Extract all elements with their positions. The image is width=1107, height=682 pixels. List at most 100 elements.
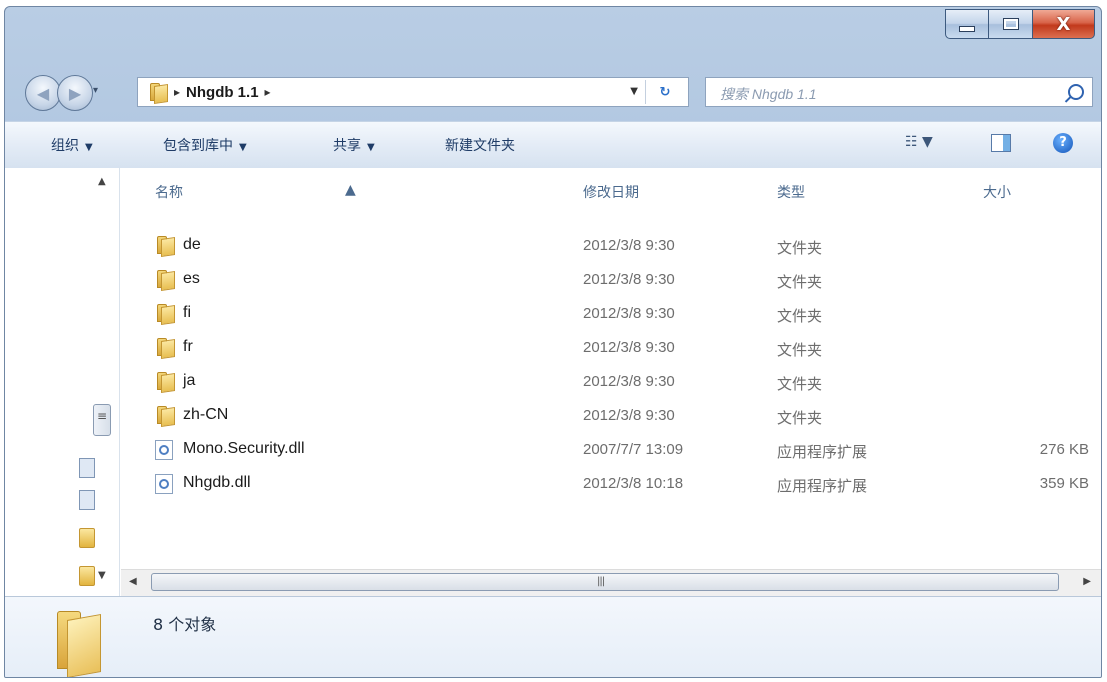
file-row[interactable]: fr 2012/3/8 9:30 文件夹 bbox=[121, 332, 1101, 366]
help-button[interactable]: ? bbox=[1053, 133, 1073, 153]
search-icon[interactable] bbox=[1068, 84, 1084, 100]
grip-icon: ||| bbox=[597, 576, 605, 587]
folder-icon bbox=[155, 406, 175, 427]
file-type: 文件夹 bbox=[777, 239, 823, 257]
details-pane: 8 个对象 bbox=[5, 596, 1101, 677]
recent-pages-dropdown[interactable]: ▾ bbox=[93, 85, 98, 96]
file-name: de bbox=[183, 236, 201, 253]
maximize-button[interactable] bbox=[989, 9, 1033, 39]
scroll-left-arrow[interactable]: ◀ bbox=[129, 576, 137, 587]
column-header-name[interactable]: 名称 bbox=[155, 182, 183, 202]
maximize-icon bbox=[1002, 18, 1019, 30]
dll-icon bbox=[155, 474, 173, 494]
file-type: 文件夹 bbox=[777, 341, 823, 359]
back-arrow-icon: ◀ bbox=[36, 83, 50, 103]
folder-icon bbox=[155, 270, 175, 291]
explorer-window: X ◀ ▶ ▾ ▸ Nhgdb 1.1 ▸ ▼ ↻ 搜索 Nhgdb 1.1 组… bbox=[4, 6, 1102, 678]
organize-menu-button[interactable]: 组织 ▼ bbox=[51, 135, 93, 155]
sort-ascending-icon: ▲ bbox=[345, 182, 356, 198]
chevron-down-icon: ▼ bbox=[239, 142, 247, 153]
column-headers: 名称 ▲ 修改日期 类型 大小 bbox=[121, 168, 1101, 208]
breadcrumb-separator[interactable]: ▸ bbox=[174, 85, 180, 99]
horizontal-scrollbar[interactable]: ◀ ||| ▶ bbox=[121, 569, 1101, 596]
refresh-button[interactable]: ↻ bbox=[645, 80, 684, 104]
preview-pane-button[interactable] bbox=[991, 134, 1011, 152]
file-name: fi bbox=[183, 304, 191, 321]
minimize-button[interactable] bbox=[945, 9, 989, 39]
address-history-dropdown[interactable]: ▼ bbox=[630, 86, 638, 97]
scroll-up-arrow[interactable]: ▲ bbox=[98, 176, 106, 187]
file-type: 应用程序扩展 bbox=[777, 443, 868, 461]
new-folder-button[interactable]: 新建文件夹 bbox=[445, 135, 515, 155]
folder-icon bbox=[148, 83, 168, 104]
file-row[interactable]: es 2012/3/8 9:30 文件夹 bbox=[121, 264, 1101, 298]
scroll-thumb[interactable] bbox=[93, 404, 111, 436]
search-placeholder: 搜索 Nhgdb 1.1 bbox=[720, 86, 817, 102]
file-name: es bbox=[183, 270, 200, 287]
navigation-scrollbar[interactable]: ▲ ▼ bbox=[89, 168, 117, 596]
help-icon: ? bbox=[1059, 135, 1067, 150]
file-modified-date: 2012/3/8 9:30 bbox=[583, 339, 675, 356]
forward-arrow-icon: ▶ bbox=[68, 83, 82, 103]
details-view-icon: ☷ bbox=[905, 134, 918, 150]
file-name: Nhgdb.dll bbox=[183, 474, 251, 491]
file-name: zh-CN bbox=[183, 406, 229, 423]
back-button[interactable]: ◀ bbox=[25, 75, 61, 111]
file-size: 276 KB bbox=[1039, 441, 1089, 458]
file-type: 应用程序扩展 bbox=[777, 477, 868, 495]
file-name: fr bbox=[183, 338, 193, 355]
folder-icon bbox=[155, 304, 175, 325]
column-header-type[interactable]: 类型 bbox=[777, 182, 805, 202]
file-rows: de 2012/3/8 9:30 文件夹 es 2012/3/8 9:30 文件夹 fi 20… bbox=[121, 230, 1101, 502]
breadcrumb-separator-end[interactable]: ▸ bbox=[265, 85, 271, 99]
file-name: ja bbox=[183, 372, 196, 389]
refresh-icon: ↻ bbox=[659, 84, 671, 100]
chevron-down-icon: ▼ bbox=[922, 134, 933, 150]
navigation-pane[interactable]: ▲ ▼ bbox=[5, 168, 120, 596]
new-folder-label: 新建文件夹 bbox=[445, 138, 515, 154]
chevron-down-icon: ▼ bbox=[367, 142, 375, 153]
horizontal-scroll-thumb[interactable]: ||| bbox=[151, 573, 1059, 591]
file-size: 359 KB bbox=[1039, 475, 1089, 492]
scroll-right-arrow[interactable]: ▶ bbox=[1083, 576, 1091, 587]
file-type: 文件夹 bbox=[777, 307, 823, 325]
file-modified-date: 2012/3/8 9:30 bbox=[583, 305, 675, 322]
breadcrumb-current[interactable]: Nhgdb 1.1 bbox=[186, 84, 259, 101]
file-type: 文件夹 bbox=[777, 409, 823, 427]
file-modified-date: 2007/7/7 13:09 bbox=[583, 441, 684, 458]
search-input[interactable]: 搜索 Nhgdb 1.1 bbox=[705, 77, 1093, 107]
include-in-library-button[interactable]: 包含到库中 ▼ bbox=[163, 135, 247, 155]
change-view-button[interactable]: ☷ ▼ bbox=[905, 134, 933, 150]
forward-button[interactable]: ▶ bbox=[57, 75, 93, 111]
scroll-down-arrow[interactable]: ▼ bbox=[98, 570, 106, 581]
content-area: ▲ ▼ 名称 ▲ 修改日期 类型 大小 de2012/3/8 9:30文件夹es… bbox=[5, 168, 1101, 596]
file-type: 文件夹 bbox=[777, 375, 823, 393]
column-header-size[interactable]: 大小 bbox=[983, 182, 1011, 202]
chevron-down-icon: ▼ bbox=[85, 142, 93, 153]
address-row: ◀ ▶ ▾ ▸ Nhgdb 1.1 ▸ ▼ ↻ 搜索 Nhgdb 1.1 bbox=[5, 69, 1101, 115]
file-modified-date: 2012/3/8 9:30 bbox=[583, 373, 675, 390]
close-button[interactable]: X bbox=[1033, 9, 1095, 39]
file-row[interactable]: Mono.Security.dll 2007/7/7 13:09 应用程序扩展 276… bbox=[121, 434, 1101, 468]
item-count: 8 个对象 bbox=[153, 615, 217, 634]
address-bar[interactable]: ▸ Nhgdb 1.1 ▸ ▼ ↻ bbox=[137, 77, 689, 107]
column-header-modified[interactable]: 修改日期 bbox=[583, 182, 639, 202]
file-row[interactable]: zh-CN 2012/3/8 9:30 文件夹 bbox=[121, 400, 1101, 434]
dll-icon bbox=[155, 440, 173, 460]
file-type: 文件夹 bbox=[777, 273, 823, 291]
file-modified-date: 2012/3/8 9:30 bbox=[583, 237, 675, 254]
title-bar[interactable]: X bbox=[5, 7, 1101, 67]
folder-icon bbox=[155, 338, 175, 359]
minimize-icon bbox=[959, 26, 975, 32]
folder-icon bbox=[155, 236, 175, 257]
folder-icon bbox=[155, 372, 175, 393]
folder-icon bbox=[57, 611, 103, 677]
file-list: 名称 ▲ 修改日期 类型 大小 de 2012/3/8 9:30 文件夹 es 2012… bbox=[121, 168, 1101, 596]
file-row[interactable]: Nhgdb.dll 2012/3/8 10:18 应用程序扩展 359 KB bbox=[121, 468, 1101, 502]
caption-buttons: X bbox=[945, 9, 1095, 43]
command-bar: 组织 ▼ 包含到库中 ▼ 共享 ▼ 新建文件夹 ☷ ▼ ? bbox=[5, 121, 1101, 169]
share-button[interactable]: 共享 ▼ bbox=[333, 135, 375, 155]
file-row[interactable]: fi 2012/3/8 9:30 文件夹 bbox=[121, 298, 1101, 332]
file-row[interactable]: ja 2012/3/8 9:30 文件夹 bbox=[121, 366, 1101, 400]
file-row[interactable]: de 2012/3/8 9:30 文件夹 bbox=[121, 230, 1101, 264]
